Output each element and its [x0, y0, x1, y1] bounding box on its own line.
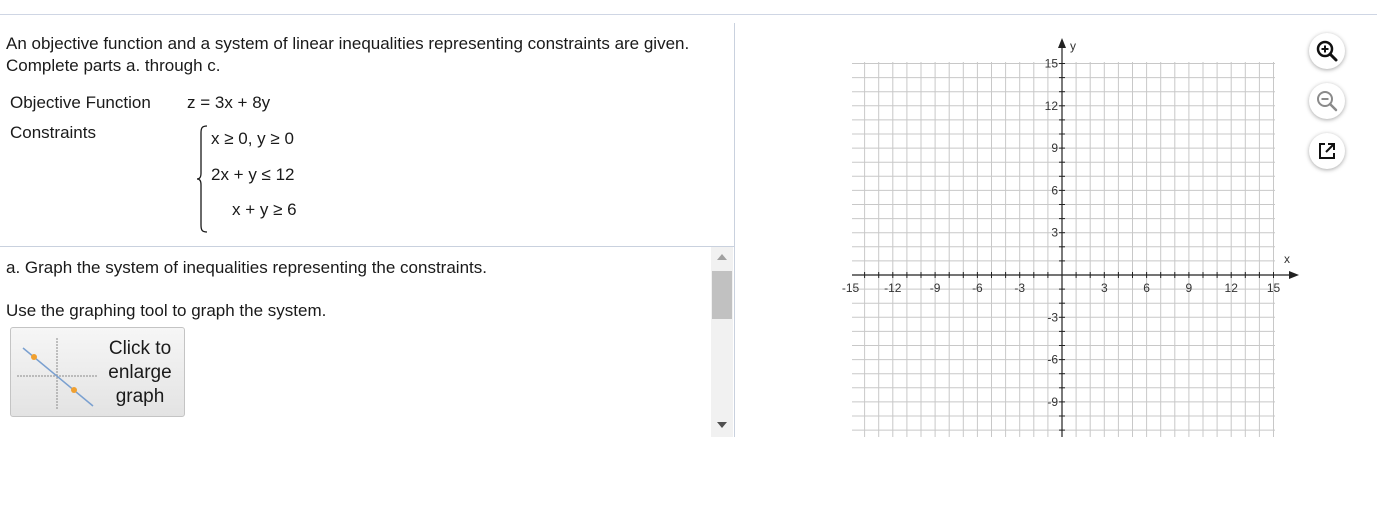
zoom-out-button[interactable]: [1309, 83, 1345, 119]
y-tick-label: -6: [1047, 353, 1058, 367]
pop-out-icon: [1319, 143, 1335, 159]
scrollbar[interactable]: [711, 247, 733, 437]
left-brace-icon: [196, 125, 208, 233]
graphing-tool-hint: Use the graphing tool to graph the syste…: [6, 301, 327, 320]
constraints-label: Constraints: [10, 123, 96, 142]
objective-label: Objective Function: [10, 93, 151, 112]
x-tick-label: 15: [1267, 281, 1281, 295]
graph-thumbnail-icon: [17, 338, 97, 410]
problem-statement: An objective function and a system of li…: [6, 34, 690, 75]
y-tick-label: 15: [1045, 57, 1059, 71]
enlarge-graph-button[interactable]: Click to enlarge graph: [10, 327, 185, 417]
x-tick-label: -3: [1014, 281, 1025, 295]
top-rule: [0, 14, 1377, 15]
enlarge-label-line-1: Click to: [108, 338, 172, 359]
enlarge-label-line-2: enlarge: [108, 362, 172, 383]
grid-lines: [852, 62, 1275, 437]
y-axis-label: y: [1070, 39, 1076, 53]
coordinate-graph[interactable]: -15 -12 -9 -6 -3 3 6 9 12 15 15 12 9 6 3 -3 -6 -9 x y: [830, 30, 1300, 440]
part-a-instruction: a. Graph the system of inequalities repr…: [6, 258, 487, 277]
scroll-up-arrow-icon[interactable]: [717, 254, 727, 260]
y-axis-arrow-icon: [1058, 38, 1066, 48]
scrollbar-thumb[interactable]: [712, 271, 732, 319]
x-tick-label: 3: [1101, 281, 1108, 295]
constraint-2: 2x + y ≤ 12: [211, 165, 295, 184]
pane-divider: [734, 23, 735, 437]
x-tick-label: -9: [930, 281, 941, 295]
constraint-3: x + y ≥ 6: [232, 200, 297, 219]
tick-labels: -15 -12 -9 -6 -3 3 6 9 12 15 15 12 9 6 3 -3 -6 -9 x y: [842, 39, 1290, 409]
y-tick-label: 3: [1051, 226, 1058, 240]
y-tick-label: -3: [1047, 310, 1058, 324]
x-tick-label: -12: [884, 281, 902, 295]
y-tick-label: 6: [1051, 183, 1058, 197]
constraint-nonnegativity: x ≥ 0, y ≥ 0: [211, 129, 294, 148]
axes: [852, 38, 1299, 437]
x-axis-arrow-icon: [1289, 271, 1299, 279]
zoom-in-icon: [1316, 40, 1338, 62]
scroll-down-arrow-icon[interactable]: [717, 422, 727, 428]
x-tick-label: -15: [842, 281, 860, 295]
x-tick-label: 9: [1186, 281, 1193, 295]
pop-out-button[interactable]: [1309, 133, 1345, 169]
x-tick-label: 6: [1143, 281, 1150, 295]
objective-value: z = 3x + 8y: [187, 93, 271, 112]
zoom-in-button[interactable]: [1309, 33, 1345, 69]
x-tick-label: 12: [1225, 281, 1239, 295]
y-tick-label: 12: [1045, 99, 1059, 113]
section-divider: [0, 246, 734, 247]
enlarge-button-label: Click to enlarge graph: [95, 337, 185, 409]
enlarge-label-line-3: graph: [115, 386, 165, 407]
y-tick-label: 9: [1051, 141, 1058, 155]
y-tick-label: -9: [1047, 395, 1058, 409]
x-tick-label: -6: [972, 281, 983, 295]
x-axis-label: x: [1284, 252, 1290, 266]
zoom-out-icon: [1317, 91, 1338, 112]
